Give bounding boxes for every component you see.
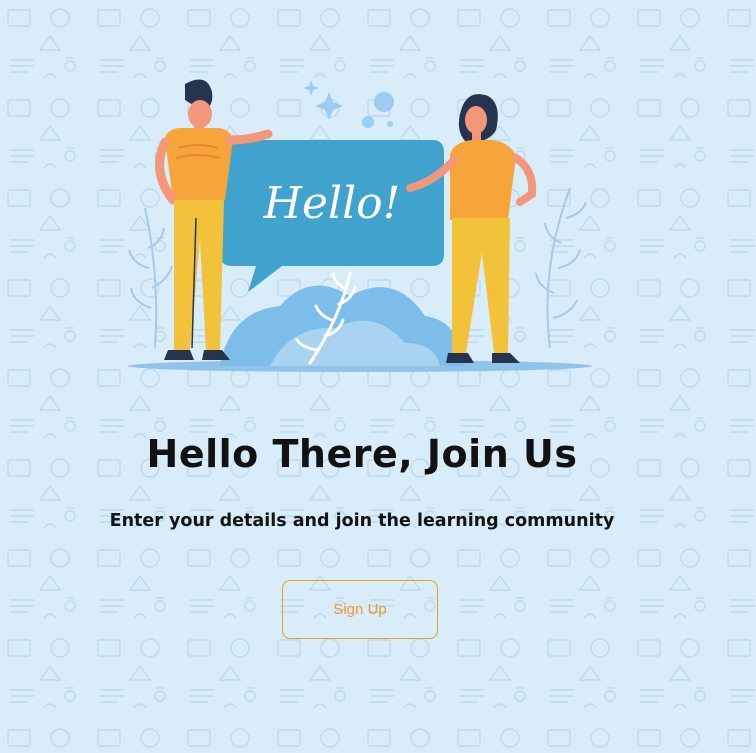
plant-icon	[535, 187, 587, 349]
page-title: Hello There, Join Us	[146, 432, 578, 476]
sparkle-icon	[303, 80, 394, 128]
bubble-hello-text: Hello!	[263, 178, 401, 229]
sign-up-button[interactable]: Sign Up	[282, 580, 438, 639]
plant-icon	[128, 207, 173, 349]
page-subtitle: Enter your details and join the learning…	[109, 511, 615, 531]
welcome-illustration: Hello!	[128, 79, 592, 372]
